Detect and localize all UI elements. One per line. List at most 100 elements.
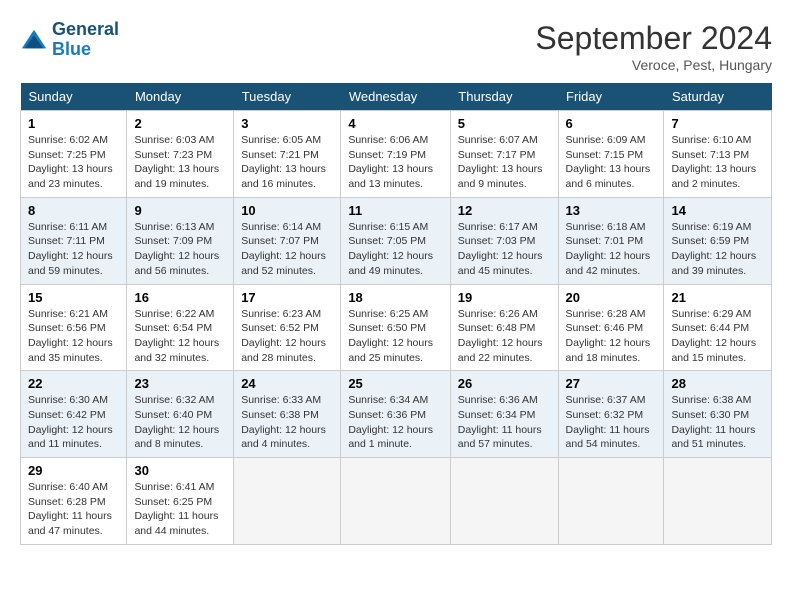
day-number: 19 <box>458 290 551 305</box>
day-info: Sunrise: 6:30 AMSunset: 6:42 PMDaylight:… <box>28 394 113 450</box>
table-row: 27 Sunrise: 6:37 AMSunset: 6:32 PMDaylig… <box>558 371 664 458</box>
day-number: 5 <box>458 116 551 131</box>
day-info: Sunrise: 6:19 AMSunset: 6:59 PMDaylight:… <box>671 221 756 277</box>
day-info: Sunrise: 6:26 AMSunset: 6:48 PMDaylight:… <box>458 308 543 364</box>
logo-icon <box>20 26 48 54</box>
day-info: Sunrise: 6:02 AMSunset: 7:25 PMDaylight:… <box>28 134 113 190</box>
day-number: 11 <box>348 203 442 218</box>
day-number: 28 <box>671 376 764 391</box>
day-number: 30 <box>134 463 226 478</box>
table-row: 15 Sunrise: 6:21 AMSunset: 6:56 PMDaylig… <box>21 284 127 371</box>
col-sunday: Sunday <box>21 83 127 111</box>
table-row: 8 Sunrise: 6:11 AMSunset: 7:11 PMDayligh… <box>21 197 127 284</box>
day-number: 13 <box>566 203 657 218</box>
day-info: Sunrise: 6:21 AMSunset: 6:56 PMDaylight:… <box>28 308 113 364</box>
day-info: Sunrise: 6:28 AMSunset: 6:46 PMDaylight:… <box>566 308 651 364</box>
table-row: 14 Sunrise: 6:19 AMSunset: 6:59 PMDaylig… <box>664 197 772 284</box>
calendar-week-row: 8 Sunrise: 6:11 AMSunset: 7:11 PMDayligh… <box>21 197 772 284</box>
day-info: Sunrise: 6:25 AMSunset: 6:50 PMDaylight:… <box>348 308 433 364</box>
day-number: 1 <box>28 116 119 131</box>
table-row <box>558 458 664 545</box>
day-info: Sunrise: 6:15 AMSunset: 7:05 PMDaylight:… <box>348 221 433 277</box>
table-row: 9 Sunrise: 6:13 AMSunset: 7:09 PMDayligh… <box>127 197 234 284</box>
day-number: 15 <box>28 290 119 305</box>
table-row: 19 Sunrise: 6:26 AMSunset: 6:48 PMDaylig… <box>450 284 558 371</box>
day-number: 9 <box>134 203 226 218</box>
table-row: 25 Sunrise: 6:34 AMSunset: 6:36 PMDaylig… <box>341 371 450 458</box>
logo-text: General Blue <box>52 20 119 60</box>
day-info: Sunrise: 6:33 AMSunset: 6:38 PMDaylight:… <box>241 394 326 450</box>
table-row: 3 Sunrise: 6:05 AMSunset: 7:21 PMDayligh… <box>234 111 341 198</box>
table-row: 6 Sunrise: 6:09 AMSunset: 7:15 PMDayligh… <box>558 111 664 198</box>
day-info: Sunrise: 6:23 AMSunset: 6:52 PMDaylight:… <box>241 308 326 364</box>
day-number: 8 <box>28 203 119 218</box>
calendar-table: Sunday Monday Tuesday Wednesday Thursday… <box>20 83 772 545</box>
day-info: Sunrise: 6:29 AMSunset: 6:44 PMDaylight:… <box>671 308 756 364</box>
table-row: 20 Sunrise: 6:28 AMSunset: 6:46 PMDaylig… <box>558 284 664 371</box>
table-row: 4 Sunrise: 6:06 AMSunset: 7:19 PMDayligh… <box>341 111 450 198</box>
day-number: 12 <box>458 203 551 218</box>
table-row <box>664 458 772 545</box>
day-number: 2 <box>134 116 226 131</box>
table-row: 13 Sunrise: 6:18 AMSunset: 7:01 PMDaylig… <box>558 197 664 284</box>
day-number: 26 <box>458 376 551 391</box>
day-number: 24 <box>241 376 333 391</box>
month-title: September 2024 <box>535 20 772 57</box>
day-info: Sunrise: 6:18 AMSunset: 7:01 PMDaylight:… <box>566 221 651 277</box>
col-monday: Monday <box>127 83 234 111</box>
table-row <box>450 458 558 545</box>
day-number: 3 <box>241 116 333 131</box>
day-info: Sunrise: 6:41 AMSunset: 6:25 PMDaylight:… <box>134 481 218 537</box>
day-info: Sunrise: 6:40 AMSunset: 6:28 PMDaylight:… <box>28 481 112 537</box>
table-row: 21 Sunrise: 6:29 AMSunset: 6:44 PMDaylig… <box>664 284 772 371</box>
day-info: Sunrise: 6:37 AMSunset: 6:32 PMDaylight:… <box>566 394 650 450</box>
table-row: 10 Sunrise: 6:14 AMSunset: 7:07 PMDaylig… <box>234 197 341 284</box>
day-number: 22 <box>28 376 119 391</box>
col-thursday: Thursday <box>450 83 558 111</box>
day-info: Sunrise: 6:06 AMSunset: 7:19 PMDaylight:… <box>348 134 433 190</box>
day-info: Sunrise: 6:10 AMSunset: 7:13 PMDaylight:… <box>671 134 756 190</box>
day-number: 17 <box>241 290 333 305</box>
day-number: 21 <box>671 290 764 305</box>
col-tuesday: Tuesday <box>234 83 341 111</box>
day-info: Sunrise: 6:03 AMSunset: 7:23 PMDaylight:… <box>134 134 219 190</box>
table-row: 22 Sunrise: 6:30 AMSunset: 6:42 PMDaylig… <box>21 371 127 458</box>
col-saturday: Saturday <box>664 83 772 111</box>
day-info: Sunrise: 6:22 AMSunset: 6:54 PMDaylight:… <box>134 308 219 364</box>
calendar-week-row: 22 Sunrise: 6:30 AMSunset: 6:42 PMDaylig… <box>21 371 772 458</box>
day-number: 27 <box>566 376 657 391</box>
day-number: 14 <box>671 203 764 218</box>
day-info: Sunrise: 6:32 AMSunset: 6:40 PMDaylight:… <box>134 394 219 450</box>
calendar-week-row: 29 Sunrise: 6:40 AMSunset: 6:28 PMDaylig… <box>21 458 772 545</box>
table-row: 29 Sunrise: 6:40 AMSunset: 6:28 PMDaylig… <box>21 458 127 545</box>
table-row <box>341 458 450 545</box>
col-friday: Friday <box>558 83 664 111</box>
table-row: 17 Sunrise: 6:23 AMSunset: 6:52 PMDaylig… <box>234 284 341 371</box>
table-row: 11 Sunrise: 6:15 AMSunset: 7:05 PMDaylig… <box>341 197 450 284</box>
table-row: 1 Sunrise: 6:02 AMSunset: 7:25 PMDayligh… <box>21 111 127 198</box>
day-info: Sunrise: 6:36 AMSunset: 6:34 PMDaylight:… <box>458 394 542 450</box>
logo: General Blue <box>20 20 119 60</box>
day-info: Sunrise: 6:11 AMSunset: 7:11 PMDaylight:… <box>28 221 113 277</box>
day-number: 18 <box>348 290 442 305</box>
day-info: Sunrise: 6:14 AMSunset: 7:07 PMDaylight:… <box>241 221 326 277</box>
day-number: 29 <box>28 463 119 478</box>
day-number: 4 <box>348 116 442 131</box>
col-wednesday: Wednesday <box>341 83 450 111</box>
table-row: 5 Sunrise: 6:07 AMSunset: 7:17 PMDayligh… <box>450 111 558 198</box>
table-row: 2 Sunrise: 6:03 AMSunset: 7:23 PMDayligh… <box>127 111 234 198</box>
table-row: 18 Sunrise: 6:25 AMSunset: 6:50 PMDaylig… <box>341 284 450 371</box>
day-info: Sunrise: 6:34 AMSunset: 6:36 PMDaylight:… <box>348 394 433 450</box>
day-number: 6 <box>566 116 657 131</box>
day-info: Sunrise: 6:07 AMSunset: 7:17 PMDaylight:… <box>458 134 543 190</box>
calendar-week-row: 15 Sunrise: 6:21 AMSunset: 6:56 PMDaylig… <box>21 284 772 371</box>
table-row: 30 Sunrise: 6:41 AMSunset: 6:25 PMDaylig… <box>127 458 234 545</box>
day-number: 20 <box>566 290 657 305</box>
day-number: 25 <box>348 376 442 391</box>
calendar-week-row: 1 Sunrise: 6:02 AMSunset: 7:25 PMDayligh… <box>21 111 772 198</box>
day-info: Sunrise: 6:38 AMSunset: 6:30 PMDaylight:… <box>671 394 755 450</box>
day-info: Sunrise: 6:13 AMSunset: 7:09 PMDaylight:… <box>134 221 219 277</box>
day-number: 23 <box>134 376 226 391</box>
day-info: Sunrise: 6:05 AMSunset: 7:21 PMDaylight:… <box>241 134 326 190</box>
table-row: 28 Sunrise: 6:38 AMSunset: 6:30 PMDaylig… <box>664 371 772 458</box>
